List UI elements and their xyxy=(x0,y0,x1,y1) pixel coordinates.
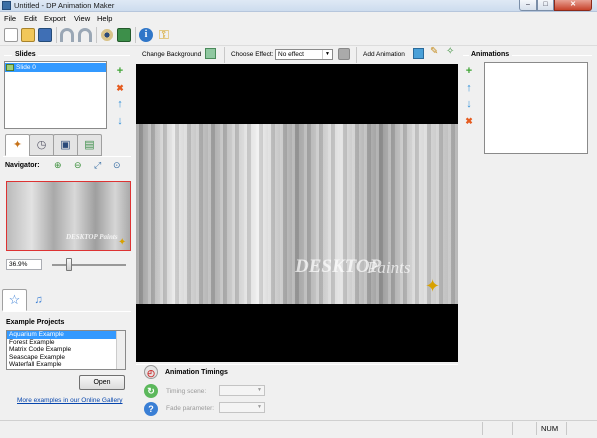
zoom-slider-thumb[interactable] xyxy=(66,258,72,271)
animations-title: Animations xyxy=(471,51,510,58)
divider xyxy=(3,311,131,312)
list-item[interactable]: Waterfall Example xyxy=(7,361,125,369)
effect-settings-icon[interactable] xyxy=(338,48,350,60)
num-lock-indicator: NUM xyxy=(541,424,559,433)
toolbar-separator xyxy=(135,27,136,43)
zoom-in-icon[interactable]: ⊕ xyxy=(54,160,62,171)
close-button[interactable]: ✕ xyxy=(554,0,592,11)
toolbar-separator xyxy=(224,47,225,63)
chevron-down-icon[interactable]: ▼ xyxy=(322,50,332,59)
open-icon[interactable] xyxy=(21,28,35,42)
magic-wand-icon[interactable]: ✧ xyxy=(446,46,454,57)
examples-list[interactable]: Aquarium Example Forest Example Matrix C… xyxy=(6,330,126,370)
status-bar xyxy=(0,420,597,438)
divider xyxy=(512,55,592,56)
toolbar-separator xyxy=(56,27,57,43)
canvas-letterbox-bottom xyxy=(136,304,458,362)
add-slide-button[interactable]: + xyxy=(115,66,125,77)
choose-effect-label: Choose Effect: xyxy=(231,51,274,58)
properties-tab[interactable]: ✦ xyxy=(5,134,30,156)
undo-icon[interactable] xyxy=(60,28,74,42)
canvas-letterbox-top xyxy=(136,64,458,124)
window-title: Untitled - DP Animation Maker xyxy=(14,1,115,10)
timing-scene-label: Timing scene: xyxy=(166,388,207,395)
open-button[interactable]: Open xyxy=(79,375,125,390)
help-icon[interactable]: ? xyxy=(144,402,158,416)
remove-animation-button[interactable]: ✖ xyxy=(464,116,474,126)
preview-watermark: DESKTOP Paints xyxy=(66,233,118,241)
chevron-down-icon[interactable]: ▼ xyxy=(257,404,262,410)
status-divider xyxy=(482,422,483,435)
move-animation-down-button[interactable]: ↓ xyxy=(464,99,474,110)
animations-list[interactable] xyxy=(484,62,588,154)
status-divider xyxy=(512,422,513,435)
status-divider xyxy=(536,422,537,435)
move-slide-up-button[interactable]: ↑ xyxy=(115,99,125,110)
star-tab[interactable]: ☆ xyxy=(2,289,27,311)
menu-help[interactable]: Help xyxy=(97,14,112,23)
canvas-watermark-script: Paints xyxy=(367,258,411,277)
pencil-icon[interactable]: ✎ xyxy=(430,46,438,57)
redo-icon[interactable] xyxy=(78,28,92,42)
info-icon[interactable]: i xyxy=(139,28,153,42)
add-image-tab[interactable]: ▤ xyxy=(77,134,102,156)
actual-size-icon[interactable]: ⊙ xyxy=(113,160,121,171)
fit-icon[interactable]: ⤢ xyxy=(94,160,101,171)
refresh-icon[interactable]: ↻ xyxy=(144,384,158,398)
zoom-slider-track[interactable] xyxy=(52,264,126,266)
menu-file[interactable]: File xyxy=(4,14,16,23)
toolbar-separator xyxy=(356,47,357,63)
timings-title: Animation Timings xyxy=(165,369,228,376)
slide-thumbnail-icon xyxy=(6,64,14,71)
change-background-icon[interactable] xyxy=(205,48,216,59)
gallery-link[interactable]: More examples in our Online Gallery xyxy=(17,397,123,404)
app-icon xyxy=(2,1,11,10)
menu-edit[interactable]: Edit xyxy=(24,14,37,23)
navigator-title: Navigator: xyxy=(5,162,40,169)
divider xyxy=(463,55,469,56)
list-item[interactable]: Seascape Example xyxy=(7,354,125,362)
minimize-button[interactable]: – xyxy=(519,0,537,11)
timer-tab[interactable]: ◷ xyxy=(29,134,54,156)
divider xyxy=(136,364,458,365)
list-item[interactable]: Slide 0 xyxy=(5,63,106,72)
toolbar-separator xyxy=(96,27,97,43)
list-item[interactable]: Forest Example xyxy=(7,339,125,347)
examples-title: Example Projects xyxy=(6,319,65,326)
add-animation-button[interactable]: + xyxy=(464,66,474,77)
chevron-down-icon[interactable]: ▼ xyxy=(257,387,262,393)
list-item[interactable]: Aquarium Example xyxy=(7,331,125,339)
zoom-out-icon[interactable]: ⊖ xyxy=(74,160,82,171)
menu-export[interactable]: Export xyxy=(44,14,66,23)
add-animation-icon[interactable] xyxy=(413,48,424,59)
fade-parameter-label: Fade parameter: xyxy=(166,405,215,412)
alarm-clock-icon: ◴ xyxy=(144,365,158,379)
divider xyxy=(38,55,130,56)
butterfly-icon: ✦ xyxy=(425,276,441,296)
music-tab[interactable]: ♫ xyxy=(26,289,51,311)
menu-view[interactable]: View xyxy=(74,14,90,23)
zoom-field[interactable]: 36.9% xyxy=(6,259,42,270)
change-background-label: Change Background xyxy=(142,51,202,58)
examples-scrollbar[interactable] xyxy=(116,331,125,369)
export-icon[interactable] xyxy=(117,28,131,42)
preview-icon[interactable] xyxy=(100,28,114,42)
slides-title: Slides xyxy=(15,51,36,58)
key-icon[interactable]: ⚿ xyxy=(157,28,171,42)
remove-slide-button[interactable]: ✖ xyxy=(115,83,125,93)
divider xyxy=(3,156,131,157)
add-animation-label: Add Animation xyxy=(363,51,405,58)
save-icon[interactable] xyxy=(38,28,52,42)
divider xyxy=(4,55,12,56)
move-animation-up-button[interactable]: ↑ xyxy=(464,83,474,94)
butterfly-icon: ✦ xyxy=(118,237,127,248)
maximize-button[interactable]: □ xyxy=(537,0,554,11)
status-divider xyxy=(566,422,567,435)
camera-tab[interactable]: ▣ xyxy=(53,134,78,156)
list-item[interactable]: Matrix Code Example xyxy=(7,346,125,354)
move-slide-down-button[interactable]: ↓ xyxy=(115,116,125,127)
new-icon[interactable] xyxy=(4,28,18,42)
